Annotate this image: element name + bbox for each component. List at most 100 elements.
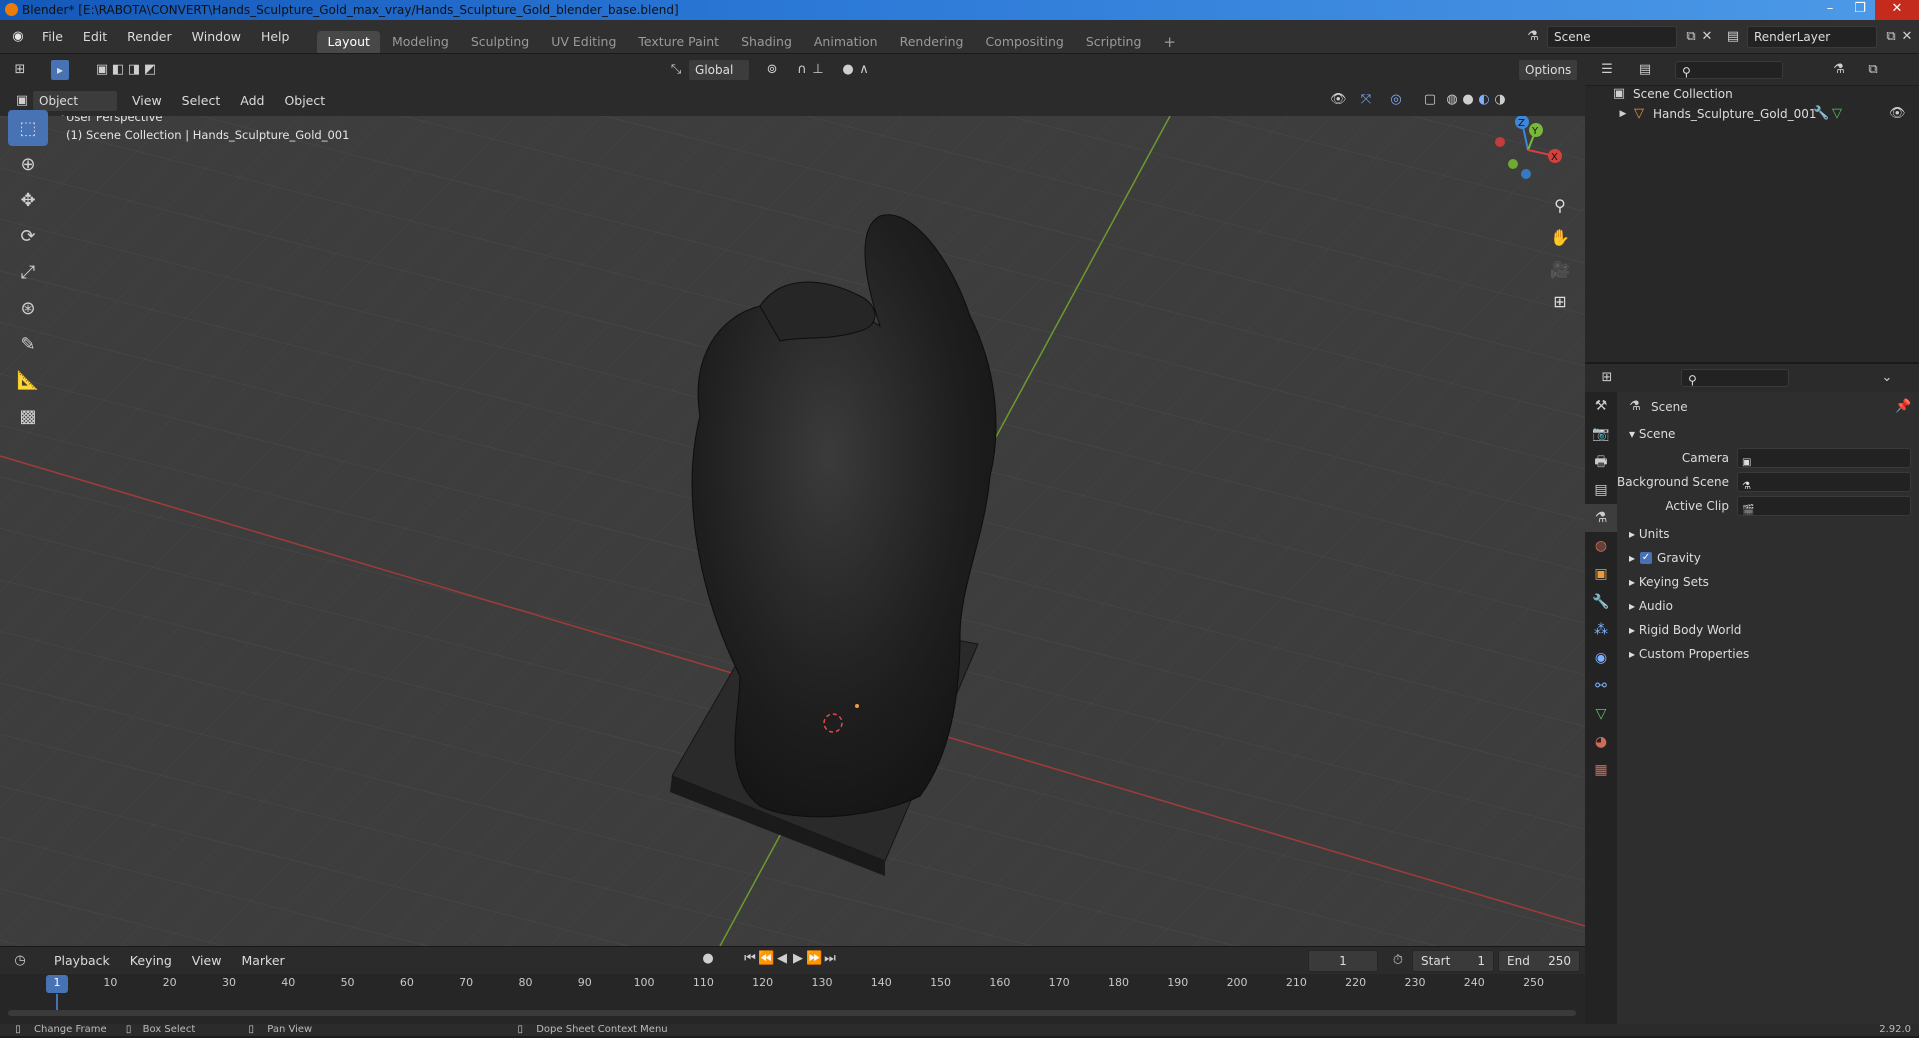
timeline-ruler[interactable]: 1 10 20 30 40 50 60 70 80 90 100 110 120 130 140 150 160… [0, 974, 1585, 994]
pin-icon[interactable]: 📌 [1895, 399, 1911, 415]
menu-render[interactable]: Render [117, 20, 182, 54]
tab-shading[interactable]: Shading [731, 31, 802, 53]
transform-tool-icon[interactable]: ⊛ [8, 290, 48, 326]
mesh-data-icon[interactable]: ▽ [1829, 106, 1845, 122]
gravity-checkbox[interactable]: ✓ [1640, 552, 1653, 564]
timeline-menu-playback[interactable]: Playback [44, 947, 120, 975]
scale-tool-icon[interactable]: ⤢ [8, 254, 48, 290]
tab-compositing[interactable]: Compositing [975, 31, 1073, 53]
delete-scene-icon[interactable]: ✕ [1699, 29, 1715, 45]
restore-icon[interactable]: ❐ [1845, 0, 1875, 20]
data-tab-icon[interactable]: ▽ [1585, 700, 1617, 728]
material-tab-icon[interactable]: ◕ [1585, 728, 1617, 756]
outliner-item[interactable]: ▶ ▽ Hands_Sculpture_Gold_001 🔧 ▽ 👁 [1585, 104, 1919, 124]
display-mode-icon[interactable]: ▤ [1637, 62, 1653, 78]
output-tab-icon[interactable]: 🖶 [1585, 448, 1617, 476]
material-shading-icon[interactable]: ◐ [1476, 92, 1492, 108]
modifiers-tab-icon[interactable]: 🔧 [1585, 588, 1617, 616]
tab-modeling[interactable]: Modeling [382, 31, 459, 53]
vp-menu-select[interactable]: Select [172, 86, 231, 116]
orientation-dropdown[interactable]: Global [688, 59, 751, 81]
scene-collection-row[interactable]: ▣ Scene Collection [1585, 84, 1919, 104]
cursor-tool-icon[interactable]: ⊕ [8, 146, 48, 182]
proportional-edit-icon[interactable]: ● [840, 62, 856, 78]
audio-panel[interactable]: ▸ Audio [1617, 594, 1919, 618]
gizmo-neg-y-icon[interactable] [1508, 159, 1518, 169]
outliner-editor-icon[interactable]: ☰ [1599, 62, 1615, 78]
new-viewlayer-icon[interactable]: ⧉ [1883, 29, 1899, 45]
options-dropdown[interactable]: Options [1518, 59, 1579, 81]
vp-menu-view[interactable]: View [122, 86, 172, 116]
menu-edit[interactable]: Edit [73, 20, 117, 54]
active-clip-field[interactable]: 🎬 [1737, 496, 1911, 516]
current-frame-field[interactable]: 1 [1308, 950, 1378, 972]
annotate-tool-icon[interactable]: ✎ [8, 326, 48, 362]
expand-arrow-icon[interactable]: ▶ [1615, 106, 1631, 122]
play-reverse-icon[interactable]: ◀ [774, 951, 790, 967]
jump-start-icon[interactable]: ⏮ [742, 951, 758, 967]
overlay-icon[interactable]: ◎ [1388, 92, 1404, 108]
falloff-icon[interactable]: ∧ [856, 62, 872, 78]
tab-texture-paint[interactable]: Texture Paint [628, 31, 729, 53]
timeline-scrollbar[interactable] [8, 1010, 1576, 1016]
timeline-editor-icon[interactable]: ◷ [12, 953, 28, 969]
3d-viewport[interactable]: User Perspective (1) Scene Collection | … [0, 116, 1585, 946]
scene-field[interactable]: Scene [1547, 26, 1677, 48]
modifier-icon[interactable]: 🔧 [1813, 106, 1829, 122]
play-icon[interactable]: ▶ [790, 951, 806, 967]
properties-options-icon[interactable]: ⌄ [1879, 370, 1895, 386]
custom-properties-panel[interactable]: ▸ Custom Properties [1617, 642, 1919, 666]
record-icon[interactable]: ● [700, 951, 716, 967]
pivot-icon[interactable]: ⊚ [764, 62, 780, 78]
render-tab-icon[interactable]: 📷 [1585, 420, 1617, 448]
gizmo-icon[interactable]: ⤧ [1358, 92, 1374, 108]
add-cube-tool-icon[interactable]: ▩ [8, 398, 48, 434]
perspective-toggle-icon[interactable]: ⊞ [1546, 288, 1574, 316]
mode-dropdown[interactable]: Object Mode [32, 90, 118, 128]
navigation-gizmo[interactable]: Z Y X [1490, 116, 1570, 182]
select-box-tool-icon[interactable]: ⬚ [8, 110, 48, 146]
eye-icon[interactable]: 👁 [1889, 106, 1906, 122]
timeline-menu-view[interactable]: View [182, 947, 232, 975]
tab-rendering[interactable]: Rendering [890, 31, 974, 53]
viewlayer-field[interactable]: RenderLayer [1747, 26, 1877, 48]
measure-tool-icon[interactable]: 📐 [8, 362, 48, 398]
start-frame-field[interactable]: Start 1 [1412, 950, 1494, 972]
move-tool-icon[interactable]: ✥ [8, 182, 48, 218]
jump-end-icon[interactable]: ⏭ [822, 951, 838, 967]
texture-tab-icon[interactable]: ▦ [1585, 756, 1617, 784]
particles-tab-icon[interactable]: ⁂ [1585, 616, 1617, 644]
select-subtract-icon[interactable]: ◨ [126, 62, 142, 78]
menu-file[interactable]: File [32, 20, 73, 54]
scene-tab-icon[interactable]: ⚗ [1585, 504, 1617, 532]
units-panel[interactable]: ▸ Units [1617, 522, 1919, 546]
tab-layout[interactable]: Layout [317, 31, 380, 53]
select-intersect-icon[interactable]: ◩ [142, 62, 158, 78]
properties-editor-icon[interactable]: ⊞ [1599, 370, 1615, 386]
solid-shading-icon[interactable]: ● [1460, 92, 1476, 108]
gizmo-neg-z-icon[interactable] [1521, 169, 1531, 179]
new-collection-icon[interactable]: ⧉ [1865, 62, 1881, 78]
menu-window[interactable]: Window [182, 20, 251, 54]
close-icon[interactable]: ✕ [1875, 0, 1919, 20]
snap-icon[interactable]: ∩ [794, 62, 810, 78]
select-box-mode-icon[interactable]: ▣ [94, 62, 110, 78]
visibility-icon[interactable]: 👁 [1330, 92, 1347, 108]
physics-tab-icon[interactable]: ◉ [1585, 644, 1617, 672]
filter-icon[interactable]: ⚗ [1831, 62, 1847, 78]
stopwatch-icon[interactable]: ⏱ [1390, 953, 1406, 969]
tab-uv-editing[interactable]: UV Editing [541, 31, 626, 53]
outliner-search[interactable]: ⚲ [1675, 60, 1783, 79]
tab-scripting[interactable]: Scripting [1076, 31, 1152, 53]
vp-menu-add[interactable]: Add [230, 86, 274, 116]
timeline-menu-marker[interactable]: Marker [231, 947, 294, 975]
prev-keyframe-icon[interactable]: ⏪ [758, 951, 774, 967]
zoom-icon[interactable]: ⚲ [1546, 192, 1574, 220]
background-scene-field[interactable]: ⚗ [1737, 472, 1911, 492]
vp-menu-object[interactable]: Object [274, 86, 335, 116]
end-frame-field[interactable]: End 250 [1498, 950, 1580, 972]
gizmo-neg-x-icon[interactable] [1495, 137, 1505, 147]
tool-tab-icon[interactable]: ⚒ [1585, 392, 1617, 420]
minimize-icon[interactable]: – [1815, 0, 1845, 20]
constraints-tab-icon[interactable]: ⚯ [1585, 672, 1617, 700]
